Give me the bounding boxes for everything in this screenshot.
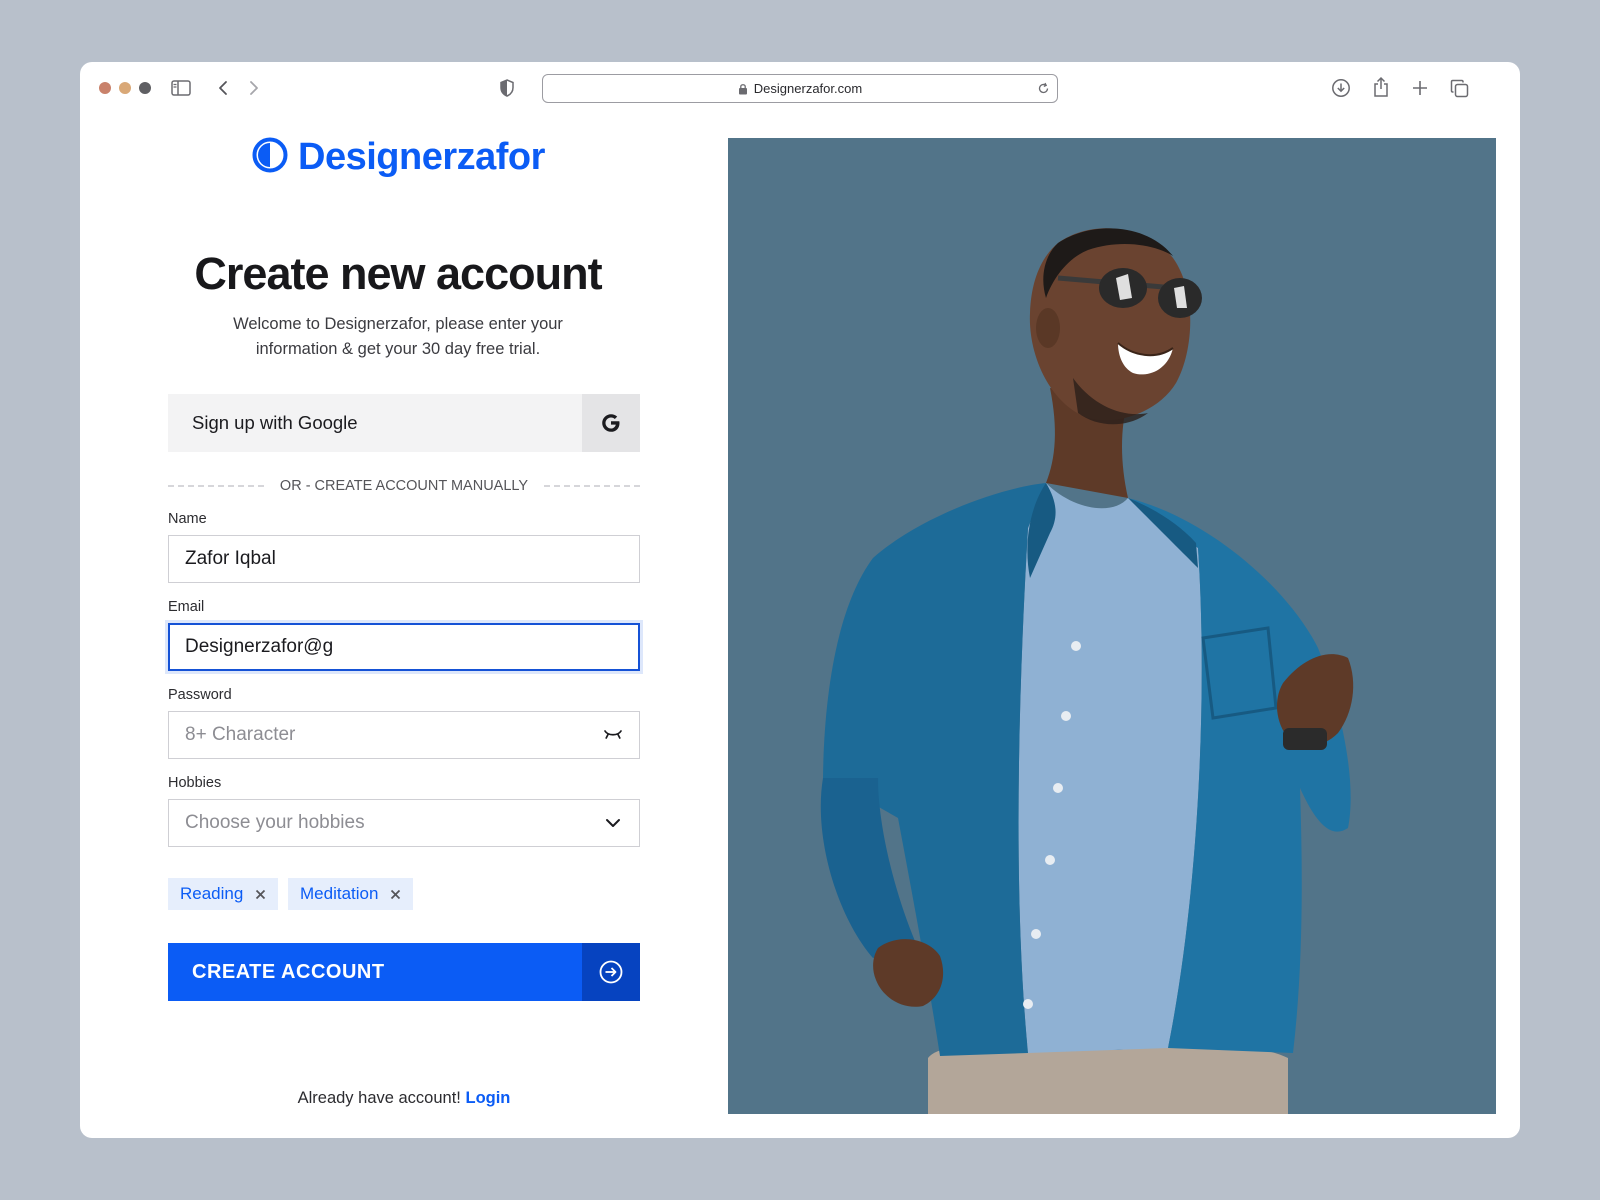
- password-input[interactable]: [169, 712, 587, 758]
- hobby-chip-label: Meditation: [300, 884, 379, 903]
- reload-icon[interactable]: [1037, 82, 1050, 98]
- close-window-button[interactable]: [99, 82, 111, 94]
- divider-line-left: [168, 485, 264, 487]
- hero-image: [728, 138, 1496, 1114]
- close-icon[interactable]: [390, 889, 401, 900]
- hobbies-select[interactable]: Choose your hobbies: [168, 799, 640, 847]
- close-icon[interactable]: [255, 889, 266, 900]
- divider-text: OR - CREATE ACCOUNT MANUALLY: [279, 478, 529, 494]
- email-input[interactable]: [170, 625, 638, 669]
- chevron-down-icon: [587, 800, 639, 846]
- or-divider: OR - CREATE ACCOUNT MANUALLY: [168, 476, 640, 496]
- email-label: Email: [168, 599, 205, 615]
- privacy-shield-icon[interactable]: [498, 78, 516, 98]
- address-bar[interactable]: Designerzafor.com: [542, 74, 1058, 103]
- browser-toolbar: Designerzafor.com: [80, 62, 1520, 114]
- back-icon[interactable]: [215, 78, 231, 98]
- login-link[interactable]: Login: [465, 1089, 510, 1107]
- name-input[interactable]: [169, 536, 639, 582]
- man-in-denim-shirt-photo: [820, 228, 1354, 1114]
- brand-logo[interactable]: Designerzafor: [252, 136, 545, 179]
- minimize-window-button[interactable]: [119, 82, 131, 94]
- hobby-chip: Meditation: [288, 878, 414, 910]
- google-signup-button[interactable]: Sign up with Google: [168, 394, 640, 452]
- hobbies-label: Hobbies: [168, 775, 222, 791]
- browser-window: Designerzafor.com Designerzafor Create n…: [80, 62, 1520, 1138]
- tab-overview-icon[interactable]: [1448, 77, 1470, 99]
- password-field-wrapper: [168, 711, 640, 759]
- hobby-chip: Reading: [168, 878, 279, 910]
- forward-icon[interactable]: [246, 78, 262, 98]
- downloads-icon[interactable]: [1330, 77, 1352, 99]
- name-field-wrapper: [168, 535, 640, 583]
- sidebar-toggle-icon[interactable]: [170, 78, 192, 98]
- address-bar-url: Designerzafor.com: [753, 81, 863, 96]
- lock-icon: [738, 83, 748, 95]
- password-label: Password: [168, 687, 232, 703]
- share-icon[interactable]: [1370, 75, 1392, 99]
- brand-name: Designerzafor: [298, 136, 545, 178]
- page-subtitle: Welcome to Designerzafor, please enter y…: [233, 315, 563, 358]
- new-tab-icon[interactable]: [1409, 77, 1431, 99]
- logo-mark-icon: [252, 137, 288, 178]
- eye-closed-icon[interactable]: [587, 712, 639, 758]
- login-prompt-text: Already have account!: [297, 1089, 461, 1107]
- hobbies-placeholder: Choose your hobbies: [185, 812, 365, 833]
- email-field-wrapper: [168, 623, 640, 671]
- arrow-right-circle-icon: [582, 943, 640, 1001]
- login-prompt: Already have account! Login: [80, 1089, 728, 1108]
- divider-line-right: [544, 485, 640, 487]
- name-label: Name: [168, 511, 207, 527]
- google-signup-label: Sign up with Google: [192, 412, 358, 433]
- page-title: Create new account: [194, 248, 602, 299]
- zoom-window-button[interactable]: [139, 82, 151, 94]
- hobby-chip-label: Reading: [180, 884, 244, 903]
- create-account-label: CREATE ACCOUNT: [192, 960, 385, 983]
- google-g-icon: [582, 394, 640, 452]
- create-account-button[interactable]: CREATE ACCOUNT: [168, 943, 640, 1001]
